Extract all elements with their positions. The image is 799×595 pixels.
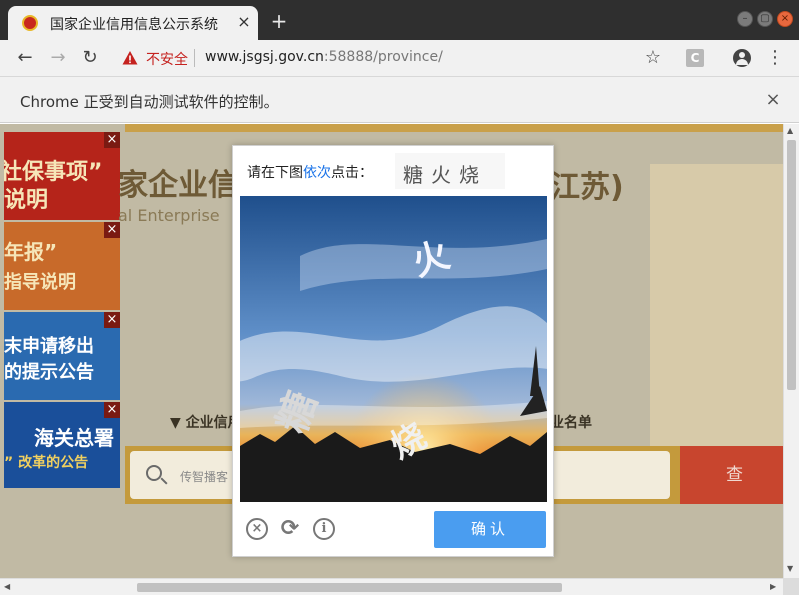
browser-tab[interactable]: 国家企业信用信息公示系统 × [8,6,258,40]
prompt-highlight: 依次 [303,165,331,181]
maximize-window-button[interactable]: ▢ [757,11,773,27]
scroll-down-arrow-icon[interactable]: ▼ [787,564,793,573]
header-band [125,124,783,132]
scroll-left-arrow-icon[interactable]: ◀ [4,582,10,591]
vertical-scrollbar[interactable]: ▲ ▼ [783,124,799,578]
bookmark-star-icon[interactable]: ☆ [642,47,664,69]
horizontal-scrollbar[interactable]: ◀ ▶ [0,578,783,595]
menu-kebab-icon[interactable]: ⋮ [764,47,786,69]
window-titlebar: 国家企业信用信息公示系统 × + – ▢ × [0,0,799,40]
profile-avatar-icon[interactable] [733,49,751,67]
ad-line2: 指导说明 [4,272,76,293]
search-icon [146,465,162,481]
url-path: :58888/province/ [323,49,443,65]
close-ad-icon[interactable]: × [104,132,120,148]
close-window-button[interactable]: × [777,11,793,27]
site-subtitle: al Enterprise [118,206,220,225]
ad-banner-removal-notice[interactable]: 末申请移出 的提示公告 × [4,312,120,400]
emblem-icon [22,15,38,31]
captcha-prompt: 请在下图依次点击： [247,162,373,182]
url-host: www.jsgsj.gov.cn [205,49,324,65]
nav-credit-info[interactable]: ▼ 企业信用 [170,412,242,432]
reload-icon[interactable]: ↻ [79,47,101,69]
omnibox-divider [194,49,195,67]
close-ad-icon[interactable]: × [104,312,120,328]
sky-landscape-picture [240,196,547,502]
captcha-dialog: 请在下图依次点击： 糖火烧 火 糖 烧 × ⟳ i 确认 [232,145,554,557]
automation-infobar: Chrome 正受到自动测试软件的控制。 × [0,77,799,123]
close-tab-icon[interactable]: × [234,12,254,32]
scrollbar-corner [783,578,799,595]
ad-banner-customs[interactable]: 海关总署 ” 改革的公告 × [4,402,120,488]
building-illustration [650,164,783,464]
ad-line2: 的提示公告 [4,362,94,383]
ad-banner-annual-report[interactable]: 年报” 指导说明 × [4,222,120,310]
search-button[interactable]: 查 询 [680,446,783,504]
back-arrow-icon[interactable]: ← [14,47,36,69]
horizontal-scroll-thumb[interactable] [137,583,562,592]
minimize-window-button[interactable]: – [737,11,753,27]
extension-icon[interactable]: C [686,49,704,67]
captcha-image[interactable]: 火 糖 烧 [240,196,547,502]
new-tab-button[interactable]: + [268,10,290,32]
automation-notice: Chrome 正受到自动测试软件的控制。 [20,93,279,111]
ad-line2: ” 改革的公告 [4,455,89,471]
close-infobar-icon[interactable]: × [763,89,783,110]
site-region: 江苏) [550,170,624,205]
forward-arrow-icon[interactable]: → [47,47,69,69]
refresh-captcha-icon[interactable]: ⟳ [279,518,301,540]
ad-line1: 年报” [4,240,58,264]
target-characters-box: 糖火烧 [395,153,505,189]
search-placeholder: 传智播客 [180,470,229,484]
security-status[interactable]: 不安全 [146,49,188,69]
browser-toolbar: ← → ↻ 不安全 www.jsgsj.gov.cn:58888/provinc… [0,40,799,77]
vertical-scroll-thumb[interactable] [787,140,796,390]
info-icon[interactable]: i [313,518,335,540]
ad-banner-social-security[interactable]: 社保事项” 说明 × [4,132,120,220]
site-title: 家企业信 [118,168,238,203]
scroll-right-arrow-icon[interactable]: ▶ [770,582,776,591]
ad-line1: 海关总署 [34,426,114,450]
scroll-up-arrow-icon[interactable]: ▲ [787,126,793,135]
prompt-text-after: 点击： [331,165,373,181]
prompt-text-before: 请在下图 [247,165,303,181]
warning-icon [122,51,138,65]
ad-line2: 说明 [4,188,49,213]
address-bar[interactable]: www.jsgsj.gov.cn:58888/province/ [205,49,443,65]
close-ad-icon[interactable]: × [104,402,120,418]
close-captcha-icon[interactable]: × [246,518,268,540]
target-characters: 糖火烧 [403,163,487,187]
tab-title: 国家企业信用信息公示系统 [50,17,218,33]
confirm-button[interactable]: 确认 [434,511,546,548]
ad-line1: 末申请移出 [4,336,94,357]
